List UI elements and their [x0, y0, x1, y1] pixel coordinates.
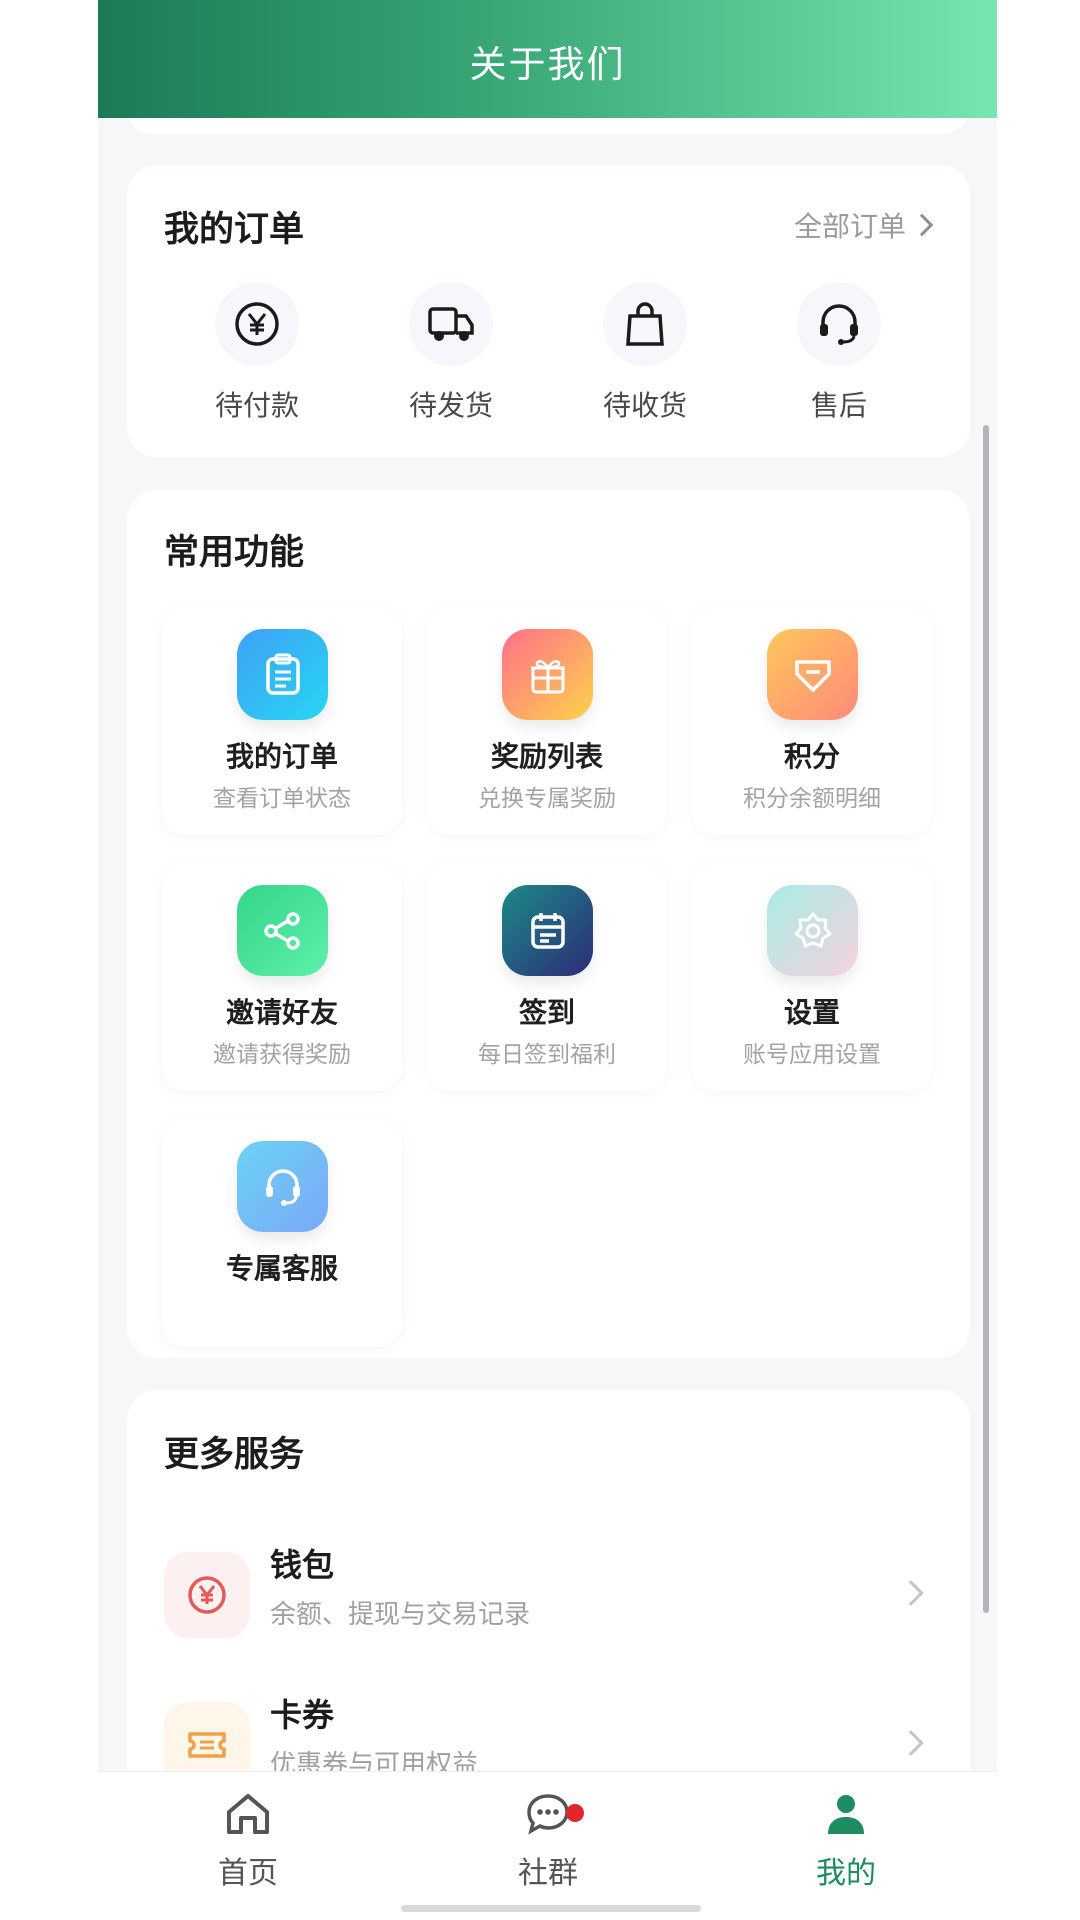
function-reward-list[interactable]: 奖励列表 兑换专属奖励	[427, 607, 667, 835]
customer-service-icon	[237, 1141, 328, 1232]
function-settings[interactable]: 设置 账号应用设置	[692, 863, 932, 1091]
clipboard-icon	[237, 629, 328, 720]
shopping-bag-icon	[603, 282, 687, 366]
service-subtitle: 余额、提现与交易记录	[270, 1600, 531, 1630]
yen-circle-icon	[215, 282, 299, 366]
function-my-orders[interactable]: 我的订单 查看订单状态	[162, 607, 402, 835]
services-card: 更多服务 钱包 余额、提现与交易记录 卡券 优惠券与可用权益	[127, 1390, 970, 1810]
headset-icon	[797, 282, 881, 366]
tab-mine[interactable]: 我的	[746, 1790, 946, 1892]
service-wallet[interactable]: 钱包 余额、提现与交易记录	[127, 1540, 970, 1650]
wallet-icon	[164, 1552, 250, 1638]
orders-title: 我的订单	[164, 210, 305, 250]
points-icon	[767, 629, 858, 720]
order-after-sales[interactable]: 售后	[749, 282, 929, 424]
all-orders-link[interactable]: 全部订单	[793, 205, 934, 245]
service-title: 钱包	[270, 1546, 335, 1584]
function-title: 邀请好友	[225, 996, 338, 1029]
user-icon	[828, 1795, 864, 1834]
order-label: 待发货	[408, 389, 493, 422]
function-invite-friends[interactable]: 邀请好友 邀请获得奖励	[162, 863, 402, 1091]
chevron-right-icon	[898, 1580, 924, 1606]
scrollbar[interactable]	[983, 425, 989, 1613]
settings-icon	[767, 885, 858, 976]
function-title: 我的订单	[225, 740, 338, 773]
chevron-right-icon	[910, 213, 934, 237]
service-title: 卡券	[270, 1696, 335, 1734]
services-title: 更多服务	[164, 1435, 305, 1475]
function-title: 签到	[518, 996, 575, 1029]
order-label: 待收货	[602, 389, 687, 422]
functions-card: 常用功能 我的订单 查看订单状态 奖励列表 兑换专属奖励 积分 积分余额明细 邀…	[127, 490, 970, 1358]
function-subtitle: 邀请获得奖励	[213, 1042, 351, 1068]
function-subtitle: 查看订单状态	[213, 786, 351, 812]
function-points[interactable]: 积分 积分余额明细	[692, 607, 932, 835]
function-subtitle: 积分余额明细	[743, 786, 881, 812]
tab-label: 首页	[218, 1856, 278, 1891]
home-indicator	[401, 1905, 701, 1912]
all-orders-label: 全部订单	[793, 210, 906, 243]
function-title: 专属客服	[225, 1252, 338, 1285]
function-title: 设置	[783, 996, 840, 1029]
truck-icon	[409, 282, 493, 366]
home-icon	[227, 1794, 269, 1834]
function-subtitle: 兑换专属奖励	[478, 786, 616, 812]
share-icon	[237, 885, 328, 976]
orders-card: 我的订单 全部订单 待付款 待发货 待收货 售后	[127, 165, 970, 457]
function-subtitle: 账号应用设置	[743, 1042, 881, 1068]
tab-home[interactable]: 首页	[148, 1790, 348, 1892]
functions-title: 常用功能	[164, 533, 305, 573]
function-customer-service[interactable]: 专属客服	[162, 1119, 402, 1347]
bottom-tab-bar: 首页 社群 我的	[98, 1771, 997, 1920]
order-pending-receipt[interactable]: 待收货	[555, 282, 735, 424]
tab-label: 我的	[816, 1856, 876, 1891]
chevron-right-icon	[898, 1730, 924, 1756]
function-subtitle: 每日签到福利	[478, 1042, 616, 1068]
calendar-icon	[502, 885, 593, 976]
order-label: 待付款	[214, 389, 299, 422]
function-check-in[interactable]: 签到 每日签到福利	[427, 863, 667, 1091]
notification-badge	[566, 1804, 584, 1822]
tab-label: 社群	[518, 1856, 578, 1891]
order-pending-shipment[interactable]: 待发货	[361, 282, 541, 424]
order-label: 售后	[810, 389, 867, 422]
top-header: 关于我们	[98, 0, 997, 118]
app-screen: 关于我们 我的订单 全部订单 待付款 待发货 待收货 售后 常用功能 我的订单 …	[98, 0, 997, 1920]
function-title: 奖励列表	[490, 740, 603, 773]
order-pending-payment[interactable]: 待付款	[167, 282, 347, 424]
gift-icon	[502, 629, 593, 720]
page-title: 关于我们	[469, 43, 626, 86]
function-title: 积分	[783, 740, 840, 773]
tab-community[interactable]: 社群	[448, 1790, 648, 1892]
